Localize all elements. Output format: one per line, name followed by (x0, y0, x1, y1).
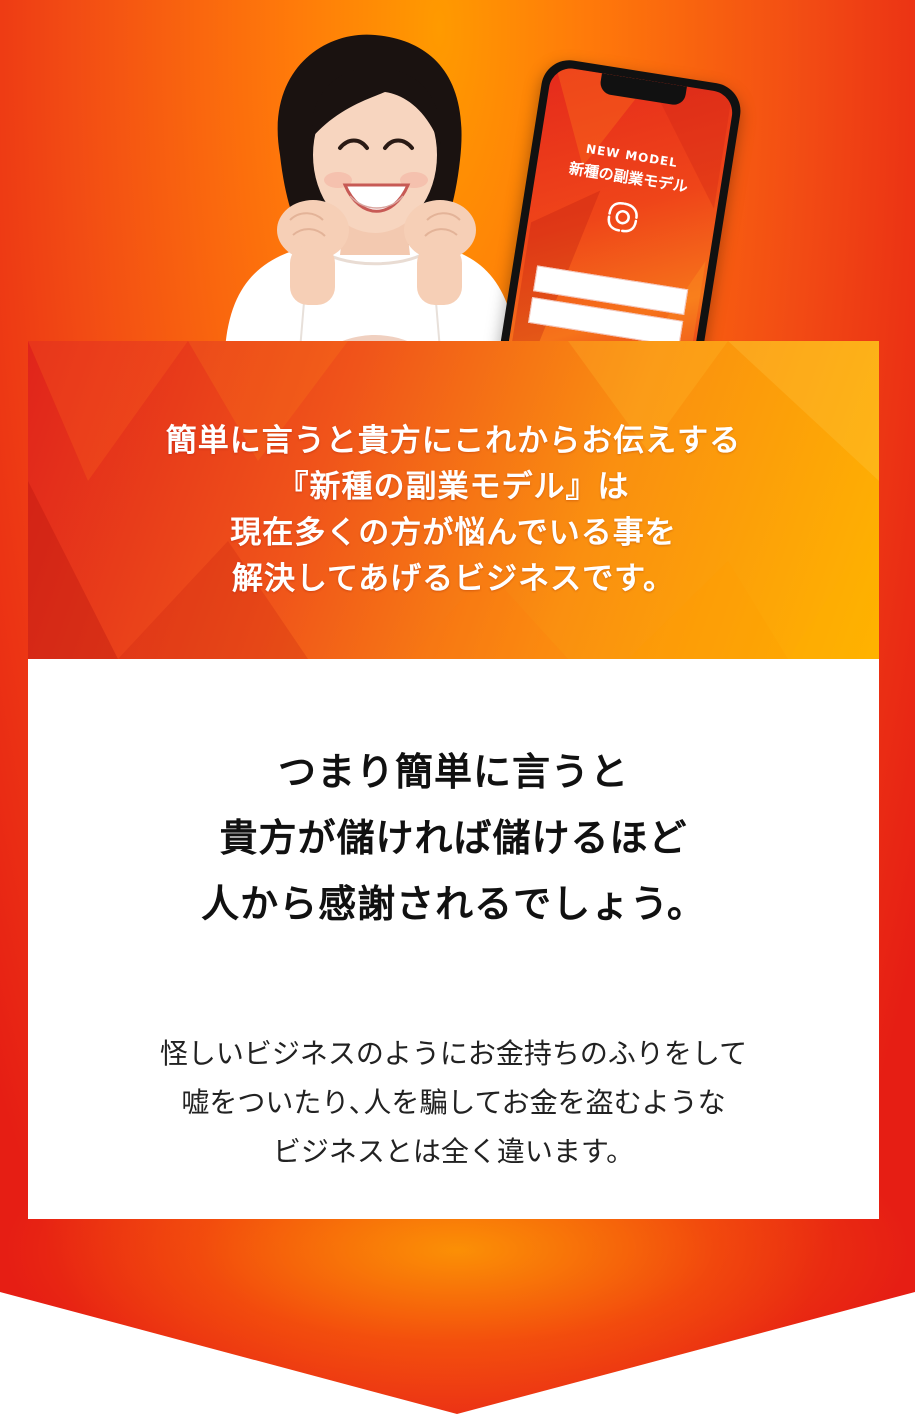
body-line: ビジネスとは全く違います。 (272, 1135, 635, 1168)
woman-illustration (225, 34, 517, 350)
intro-line: 現在多くの方が悩んでいる事を (230, 515, 677, 551)
body-text: 怪しいビジネスのようにお金持ちのふりをして 嘘をついたり､人を騙してお金を盗むよ… (28, 1029, 879, 1176)
headline-line: つまり簡単に言うと (277, 750, 629, 794)
intro-text: 簡単に言うと貴方にこれからお伝えする 『新種の副業モデル』は 現在多くの方が悩ん… (28, 418, 879, 602)
swirl-logo-icon (607, 201, 638, 233)
body-line: 嘘をついたり､人を騙してお金を盗むような (181, 1086, 726, 1119)
headline-line: 貴方が儲ければ儲けるほど (219, 816, 688, 860)
page: NEW MODEL 新種の副業モデル 簡単に言うと貴方にこれからお伝えする 『新… (0, 0, 915, 1414)
intro-banner: 簡単に言うと貴方にこれからお伝えする 『新種の副業モデル』は 現在多くの方が悩ん… (28, 341, 879, 659)
headline: つまり簡単に言うと 貴方が儲ければ儲けるほど 人から感謝されるでしょう。 (28, 739, 879, 937)
headline-line: 人から感謝されるでしょう。 (201, 882, 706, 926)
body-line: 怪しいビジネスのようにお金持ちのふりをして (159, 1037, 748, 1070)
intro-line: 『新種の副業モデル』は (277, 469, 630, 505)
intro-line: 簡単に言うと貴方にこれからお伝えする (165, 423, 742, 459)
intro-line: 解決してあげるビジネスです。 (231, 561, 676, 597)
content-card: つまり簡単に言うと 貴方が儲ければ儲けるほど 人から感謝されるでしょう。 怪しい… (28, 659, 879, 1219)
